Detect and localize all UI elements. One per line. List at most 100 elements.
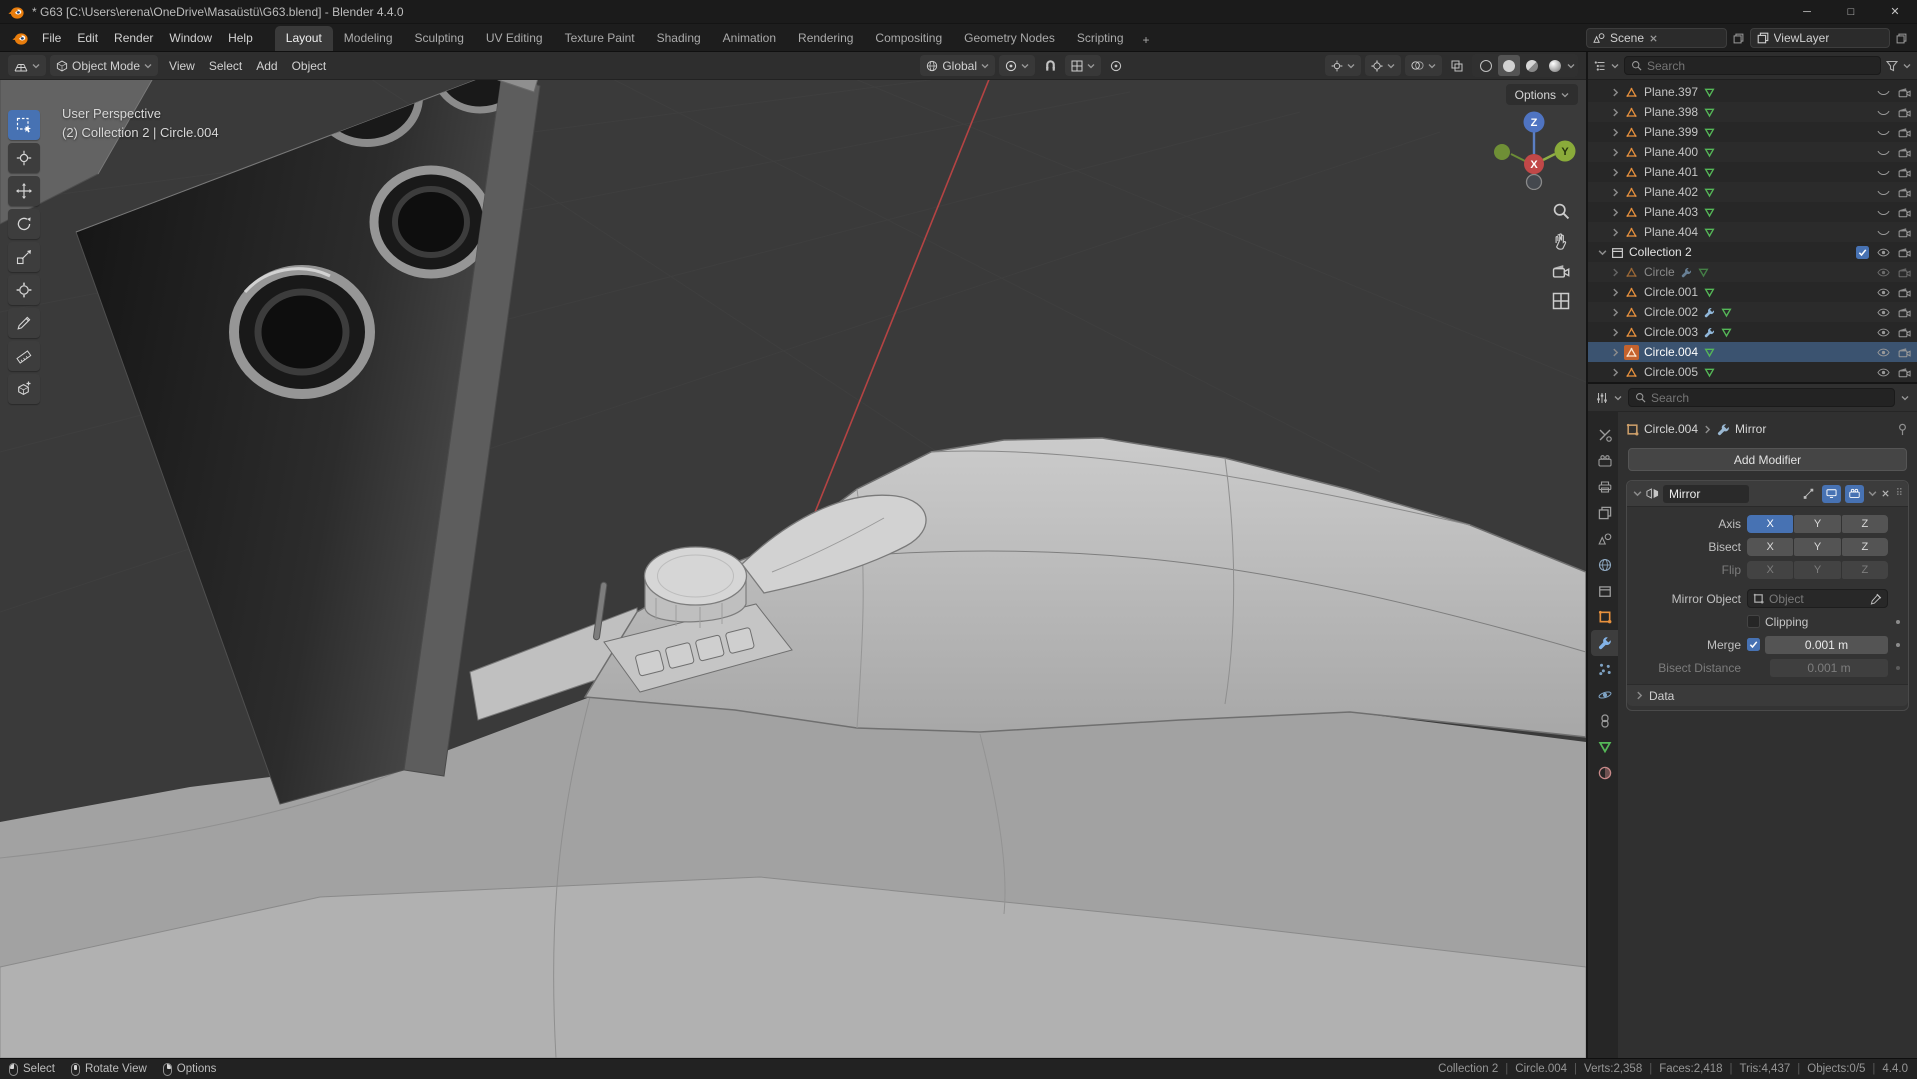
expand-icon[interactable] <box>1611 288 1620 297</box>
properties-tab-particles[interactable] <box>1591 656 1618 682</box>
expand-icon[interactable] <box>1611 308 1620 317</box>
eye-closed-icon[interactable] <box>1877 186 1890 199</box>
outliner-item-collection-2[interactable]: Collection 2 <box>1588 242 1917 262</box>
eye-closed-icon[interactable] <box>1877 126 1890 139</box>
workspace-tab-layout[interactable]: Layout <box>274 26 333 51</box>
expand-icon[interactable] <box>1611 228 1620 237</box>
eye-closed-icon[interactable] <box>1877 146 1890 159</box>
viewport-menu-select[interactable]: Select <box>202 56 249 76</box>
workspace-tab-compositing[interactable]: Compositing <box>864 26 953 51</box>
outliner-item-plane-404[interactable]: Plane.404 <box>1588 222 1917 242</box>
camera-disable-icon[interactable] <box>1898 106 1911 119</box>
eye-closed-icon[interactable] <box>1877 226 1890 239</box>
merge-threshold-field[interactable]: 0.001 m <box>1765 635 1888 654</box>
camera-view-button[interactable] <box>1552 262 1570 280</box>
viewport-scene[interactable] <box>0 52 1586 1058</box>
eye-closed-icon[interactable] <box>1877 166 1890 179</box>
eye-closed-icon[interactable] <box>1877 206 1890 219</box>
bisect-z-button[interactable]: Z <box>1841 537 1888 556</box>
collapse-icon[interactable] <box>1598 248 1607 257</box>
toggle-orthographic-button[interactable] <box>1552 292 1570 310</box>
camera-disable-icon[interactable] <box>1898 306 1911 319</box>
eye-closed-icon[interactable] <box>1877 86 1890 99</box>
eye-icon[interactable] <box>1877 366 1890 379</box>
collection-checkbox[interactable] <box>1856 245 1869 259</box>
view-layer-selector[interactable]: ViewLayer <box>1749 28 1890 48</box>
breadcrumb-object[interactable]: Circle.004 <box>1644 422 1698 436</box>
mirror-object-field[interactable]: Object <box>1747 589 1888 608</box>
camera-disable-icon[interactable] <box>1898 166 1911 179</box>
expand-icon[interactable] <box>1611 148 1620 157</box>
tool-select-box[interactable] <box>8 110 40 140</box>
breadcrumb-modifier[interactable]: Mirror <box>1735 422 1766 436</box>
menu-help[interactable]: Help <box>220 27 261 49</box>
workspace-tab-shading[interactable]: Shading <box>646 26 712 51</box>
pin-icon[interactable] <box>1896 423 1909 436</box>
camera-disable-icon[interactable] <box>1898 326 1911 339</box>
chevron-down-icon[interactable] <box>1903 62 1911 70</box>
expand-icon[interactable] <box>1611 368 1620 377</box>
pivot-point-selector[interactable] <box>999 55 1035 76</box>
tool-add-cube[interactable] <box>8 374 40 404</box>
expand-icon[interactable] <box>1611 128 1620 137</box>
snap-toggle[interactable] <box>1039 55 1061 76</box>
tool-annotate[interactable] <box>8 308 40 338</box>
outliner-item-circle-003[interactable]: Circle.003 <box>1588 322 1917 342</box>
animate-property-dot[interactable] <box>1894 643 1902 647</box>
gizmos-dropdown[interactable] <box>1365 55 1401 76</box>
gizmo-neg-z-ball[interactable] <box>1525 173 1543 190</box>
add-modifier-button[interactable]: Add Modifier <box>1628 448 1907 471</box>
outliner-item-circle-005[interactable]: Circle.005 <box>1588 362 1917 382</box>
tool-rotate[interactable] <box>8 209 40 239</box>
expand-icon[interactable] <box>1611 168 1620 177</box>
expand-icon[interactable] <box>1611 108 1620 117</box>
eye-icon[interactable] <box>1877 326 1890 339</box>
outliner-search-input[interactable] <box>1647 58 1874 73</box>
camera-disable-icon[interactable] <box>1898 346 1911 359</box>
animate-property-dot[interactable] <box>1894 620 1902 624</box>
object-visibility-dropdown[interactable] <box>1325 55 1361 76</box>
properties-tab-render[interactable] <box>1591 448 1618 474</box>
outliner-item-plane-398[interactable]: Plane.398 <box>1588 102 1917 122</box>
properties-tab-data[interactable] <box>1591 734 1618 760</box>
outliner-item-plane-397[interactable]: Plane.397 <box>1588 82 1917 102</box>
filter-icon[interactable] <box>1886 60 1898 72</box>
eye-icon[interactable] <box>1877 306 1890 319</box>
merge-checkbox[interactable] <box>1747 638 1760 651</box>
camera-disable-icon[interactable] <box>1898 266 1911 279</box>
menu-edit[interactable]: Edit <box>69 27 106 49</box>
chevron-down-icon[interactable] <box>1611 62 1619 70</box>
outliner-editor-icon[interactable] <box>1594 60 1606 72</box>
tool-measure[interactable] <box>8 341 40 371</box>
workspace-tab-geometry-nodes[interactable]: Geometry Nodes <box>953 26 1066 51</box>
flip-x-button[interactable]: X <box>1747 560 1794 579</box>
flip-y-button[interactable]: Y <box>1794 560 1841 579</box>
camera-disable-icon[interactable] <box>1898 206 1911 219</box>
toggle-render-display[interactable] <box>1844 484 1864 503</box>
navigation-gizmo[interactable]: Z Y X <box>1492 106 1576 190</box>
scene-selector[interactable]: Scene <box>1586 28 1727 48</box>
properties-tab-object[interactable] <box>1591 604 1618 630</box>
axis-z-button[interactable]: Z <box>1841 514 1888 533</box>
camera-disable-icon[interactable] <box>1898 146 1911 159</box>
outliner-item-plane-400[interactable]: Plane.400 <box>1588 142 1917 162</box>
properties-tab-modifiers[interactable] <box>1591 630 1618 656</box>
mode-selector[interactable]: Object Mode <box>50 55 159 76</box>
tool-cursor[interactable] <box>8 143 40 173</box>
outliner-item-plane-399[interactable]: Plane.399 <box>1588 122 1917 142</box>
drag-handle-icon[interactable]: ⠿ <box>1896 488 1903 499</box>
properties-search-input[interactable] <box>1651 390 1888 405</box>
proportional-editing-toggle[interactable] <box>1105 55 1127 76</box>
unlink-scene-icon[interactable] <box>1649 34 1658 43</box>
viewport-menu-object[interactable]: Object <box>285 56 334 76</box>
clipping-checkbox[interactable] <box>1747 615 1760 628</box>
properties-tab-world[interactable] <box>1591 552 1618 578</box>
3d-viewport[interactable]: Object Mode View Select Add Object Global <box>0 52 1586 1058</box>
shading-material-button[interactable] <box>1521 55 1543 76</box>
chevron-down-icon[interactable] <box>1614 394 1622 402</box>
outliner-item-plane-402[interactable]: Plane.402 <box>1588 182 1917 202</box>
new-scene-button[interactable] <box>1731 33 1746 44</box>
collapse-icon[interactable] <box>1633 489 1642 498</box>
shading-rendered-button[interactable] <box>1544 55 1566 76</box>
close-button[interactable]: ✕ <box>1873 0 1917 23</box>
